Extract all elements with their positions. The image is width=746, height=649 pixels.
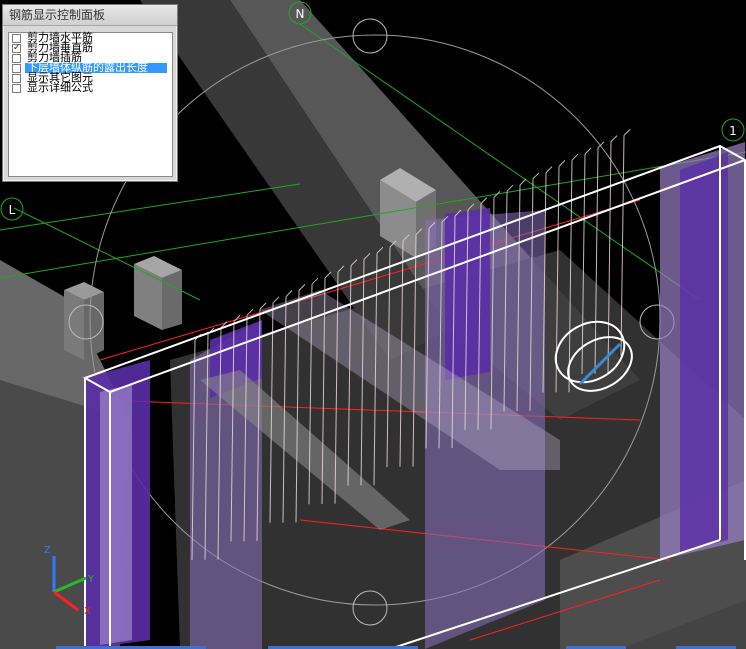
gray-column bbox=[134, 256, 182, 330]
rebar-hook bbox=[285, 290, 293, 297]
option-label: 显示详细公式 bbox=[27, 81, 93, 94]
checkbox[interactable] bbox=[12, 73, 21, 83]
rebar-hook bbox=[506, 184, 514, 192]
rebar-hook bbox=[584, 147, 592, 155]
rebar-hook bbox=[311, 277, 319, 285]
rebar-hook bbox=[558, 160, 566, 167]
gray-column bbox=[64, 282, 104, 360]
rebar-hook bbox=[519, 178, 527, 186]
grid-label-1: 1 bbox=[721, 118, 745, 142]
rebar-hook bbox=[610, 135, 618, 142]
rebar-option-list[interactable]: 剪力墙水平筋 剪力墙垂直筋 剪力墙插筋 下层墙体纵筋的露出长度 显示其它图元 显… bbox=[8, 32, 173, 177]
panel-title[interactable]: 钢筋显示控制面板 bbox=[3, 5, 177, 26]
rebar-hook bbox=[480, 197, 488, 204]
grid-label-1-text: 1 bbox=[729, 124, 737, 138]
triad-y-label: Y bbox=[87, 574, 95, 585]
grid-label-l: L bbox=[0, 197, 24, 221]
rebar-hook bbox=[324, 271, 332, 279]
rebar-hook bbox=[298, 284, 306, 291]
purple-wall-mid bbox=[190, 320, 262, 649]
rebar-hook bbox=[246, 308, 254, 316]
checkbox[interactable] bbox=[12, 42, 21, 54]
rebar-hook bbox=[623, 129, 631, 136]
checkbox[interactable] bbox=[12, 63, 21, 73]
triad-x-label: X bbox=[84, 606, 91, 617]
rebar-display-control-panel[interactable]: 钢筋显示控制面板 剪力墙水平筋 剪力墙垂直筋 剪力墙插筋 下层墙体纵筋的露出长度… bbox=[2, 4, 178, 182]
rebar-hook bbox=[259, 302, 267, 310]
grid-label-north-text: N bbox=[296, 7, 305, 21]
rebar-hook bbox=[532, 172, 540, 180]
option-show-detailed-formula[interactable]: 显示详细公式 bbox=[9, 81, 172, 94]
triad-z-label: Z bbox=[44, 545, 51, 556]
rebar-hook bbox=[545, 166, 553, 173]
purple-wall-left bbox=[85, 360, 150, 649]
rebar-hook bbox=[272, 296, 280, 304]
purple-wall-right bbox=[660, 142, 745, 560]
grid-label-l-text: L bbox=[9, 203, 16, 217]
checkbox[interactable] bbox=[12, 83, 21, 93]
checkbox[interactable] bbox=[12, 53, 21, 63]
rebar-hook bbox=[571, 153, 579, 161]
